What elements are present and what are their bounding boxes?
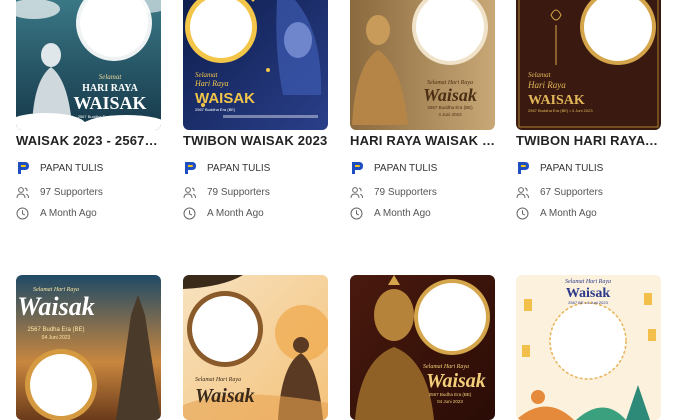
svg-text:Selamat Hari Raya: Selamat Hari Raya — [195, 377, 241, 383]
svg-text:Waisak: Waisak — [566, 286, 611, 301]
campaign-author[interactable]: PAPAN TULIS — [350, 161, 437, 175]
campaign-title[interactable]: TWIBON WAISAK 2023 — [183, 133, 328, 148]
svg-text:WAISAK: WAISAK — [195, 90, 255, 107]
author-name: PAPAN TULIS — [374, 162, 438, 174]
campaign-title[interactable]: TWIBON HARI RAYA WAISAK — [516, 133, 661, 148]
campaign-age: A Month Ago — [183, 207, 264, 220]
campaign-author[interactable]: PAPAN TULIS — [516, 161, 603, 175]
twibbon-frame-image: Selamat Hari Raya WAISAK 2567 Buddha Era… — [516, 0, 661, 130]
papan-tulis-logo-icon — [352, 162, 363, 174]
campaign-card[interactable]: Selamat Hari Raya Waisak 2567 Budha Era … — [16, 275, 161, 420]
campaign-age: A Month Ago — [350, 207, 431, 220]
svg-text:2567 Budha Era (BE): 2567 Budha Era (BE) — [429, 392, 472, 397]
campaign-card[interactable]: Selamat HARI RAYA WAISAK 2567 Buddha Era… — [16, 0, 161, 220]
svg-text:Waisak: Waisak — [426, 370, 486, 392]
author-name: PAPAN TULIS — [540, 162, 604, 174]
svg-text:Waisak: Waisak — [423, 85, 477, 105]
users-icon — [16, 187, 29, 199]
users-icon — [350, 187, 363, 199]
campaign-age: A Month Ago — [16, 207, 97, 220]
clock-icon — [516, 207, 529, 220]
supporters-count: 97 Supporters — [16, 186, 103, 199]
campaign-title[interactable]: WAISAK 2023 - 2567 BE — [16, 133, 161, 148]
twibbon-frame-image: Selamat Hari Raya WAISAK 2567 Buddha Era… — [183, 0, 328, 130]
campaign-thumbnail[interactable]: Selamat Hari Raya Waisak 2567 Budha Era … — [350, 275, 495, 420]
clock-icon — [16, 207, 29, 220]
svg-text:Selamat: Selamat — [99, 73, 123, 81]
papan-tulis-logo-icon — [185, 162, 196, 174]
svg-text:2567 Buddha Era (BE): 2567 Buddha Era (BE) — [427, 105, 473, 110]
supporters-count: 79 Supporters — [183, 186, 270, 199]
svg-text:4 Juni 2023: 4 Juni 2023 — [438, 112, 462, 117]
twibbon-frame-image: Selamat Hari Raya Waisak 2567 Buddha Era… — [350, 0, 495, 130]
svg-text:Selamat: Selamat — [195, 71, 219, 79]
twibbon-frame-image: Selamat Hari Raya Waisak 2567 Budha Era … — [16, 275, 161, 420]
svg-text:Selamat: Selamat — [528, 71, 552, 79]
author-name: PAPAN TULIS — [40, 162, 104, 174]
campaign-thumbnail[interactable]: Selamat Hari Raya Waisak 2567 Budha Era … — [16, 275, 161, 420]
users-icon — [516, 187, 529, 199]
papan-tulis-logo-icon — [18, 162, 29, 174]
twibbon-frame-image: Selamat Hari Raya Waisak 2567 Budha Era … — [350, 275, 495, 420]
users-icon — [183, 187, 196, 199]
svg-text:Hari Raya: Hari Raya — [527, 80, 566, 90]
campaign-card[interactable]: Selamat Hari Raya Waisak 2567 Budha Era … — [350, 275, 495, 420]
campaign-card[interactable]: Selamat Hari Raya Waisak 2567 BE • 4 Jun… — [516, 275, 661, 420]
campaign-thumbnail[interactable]: Selamat Hari Raya Waisak 2567 BE • 4 Jun… — [516, 275, 661, 420]
supporters-count: 67 Supporters — [516, 186, 603, 199]
twibbon-frame-image: Selamat Hari Raya Waisak — [183, 275, 328, 420]
campaign-thumbnail[interactable]: Selamat Hari Raya Waisak — [183, 275, 328, 420]
campaign-author[interactable]: PAPAN TULIS — [183, 161, 270, 175]
twibbon-frame-image: Selamat HARI RAYA WAISAK 2567 Buddha Era… — [16, 0, 161, 130]
svg-text:2567 Buddha Era (BE): 2567 Buddha Era (BE) — [195, 107, 236, 112]
svg-text:2567 Budha Era (BE): 2567 Budha Era (BE) — [27, 327, 84, 333]
svg-text:04 Juni 2023: 04 Juni 2023 — [42, 335, 71, 341]
supporters-count: 79 Supporters — [350, 186, 437, 199]
svg-text:Waisak: Waisak — [17, 292, 95, 321]
clock-icon — [350, 207, 363, 220]
svg-text:Selamat Hari Raya: Selamat Hari Raya — [565, 279, 611, 285]
campaign-age: A Month Ago — [516, 207, 597, 220]
campaign-author[interactable]: PAPAN TULIS — [16, 161, 103, 175]
campaign-thumbnail[interactable]: Selamat HARI RAYA WAISAK 2567 Buddha Era… — [16, 0, 161, 130]
clock-icon — [183, 207, 196, 220]
author-name: PAPAN TULIS — [207, 162, 271, 174]
campaign-thumbnail[interactable]: Selamat Hari Raya Waisak 2567 Buddha Era… — [350, 0, 495, 130]
svg-text:Waisak: Waisak — [195, 385, 255, 407]
campaign-thumbnail[interactable]: Selamat Hari Raya WAISAK 2567 Buddha Era… — [516, 0, 661, 130]
svg-text:WAISAK: WAISAK — [528, 93, 585, 108]
svg-text:04 Juni 2023: 04 Juni 2023 — [437, 399, 463, 404]
svg-text:2567 Buddha Era (BE) • 4 Juni: 2567 Buddha Era (BE) • 4 Juni 2023 — [528, 108, 593, 113]
campaign-card[interactable]: Selamat Hari Raya WAISAK 2567 Buddha Era… — [183, 0, 328, 220]
campaign-card[interactable]: Selamat Hari Raya WAISAK 2567 Buddha Era… — [516, 0, 661, 220]
campaign-thumbnail[interactable]: Selamat Hari Raya WAISAK 2567 Buddha Era… — [183, 0, 328, 130]
campaign-card[interactable]: Selamat Hari Raya Waisak 2567 Buddha Era… — [350, 0, 495, 220]
svg-text:WAISAK: WAISAK — [73, 93, 146, 113]
campaign-title[interactable]: HARI RAYA WAISAK 2023 — [350, 133, 495, 148]
twibbon-frame-image: Selamat Hari Raya Waisak 2567 BE • 4 Jun… — [516, 275, 661, 420]
svg-text:Hari Raya: Hari Raya — [194, 79, 229, 88]
svg-text:2567 BE • 4 Juni 2023: 2567 BE • 4 Juni 2023 — [568, 300, 608, 305]
svg-text:2567 Buddha Era (BE) • 4 Juni: 2567 Buddha Era (BE) • 4 Juni 2023 — [78, 114, 143, 119]
papan-tulis-logo-icon — [518, 162, 529, 174]
campaign-card[interactable]: Selamat Hari Raya Waisak — [183, 275, 328, 420]
